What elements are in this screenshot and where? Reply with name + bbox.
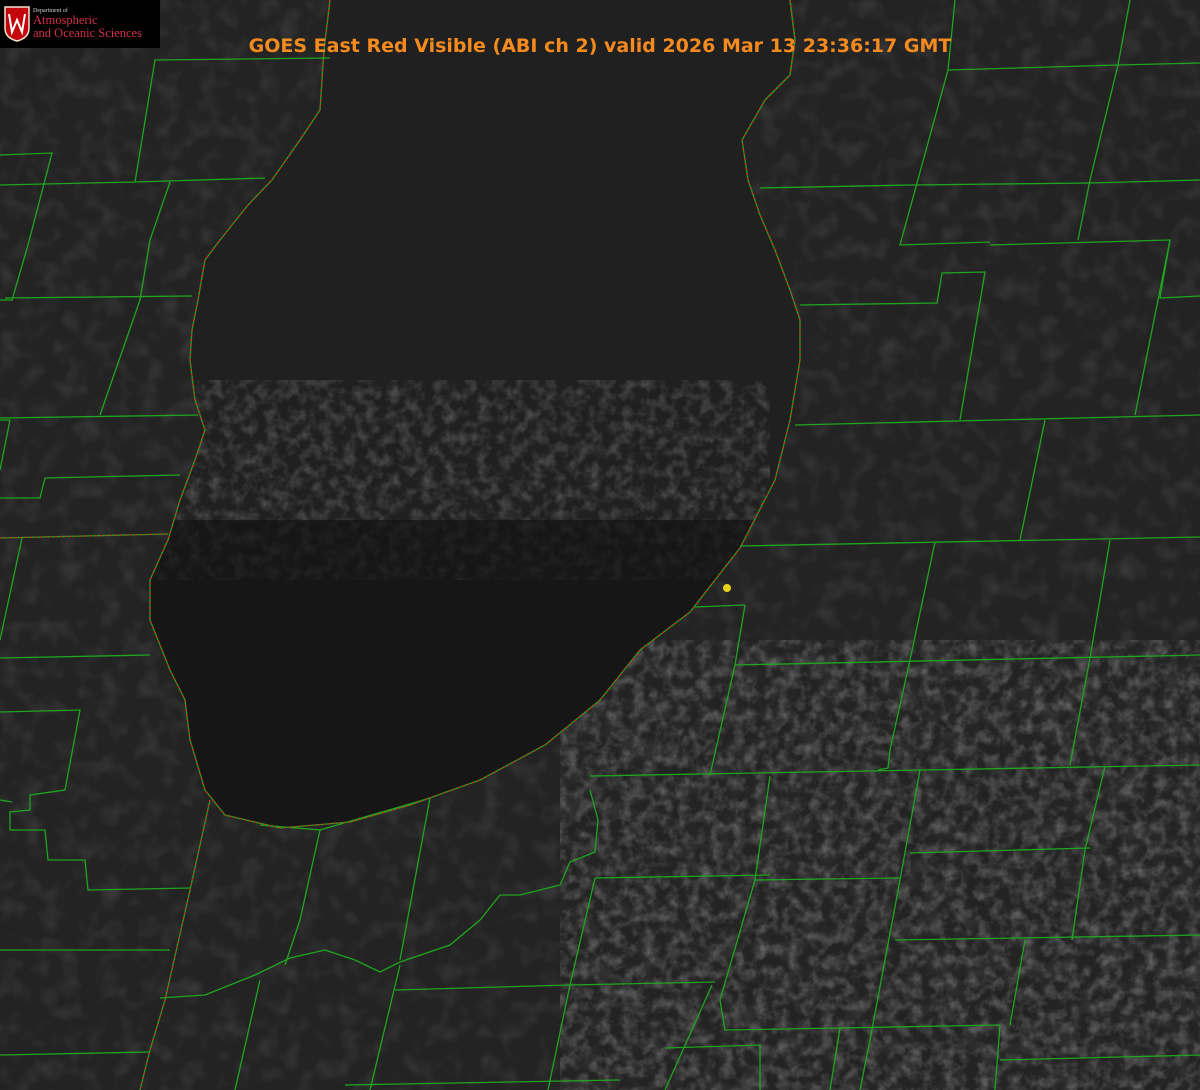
image-title: GOES East Red Visible (ABI ch 2) valid 2… [248, 35, 952, 57]
satellite-image-viewer: Department of Atmospheric and Oceanic Sc… [0, 0, 1200, 1090]
cumulus-field [560, 640, 1200, 1090]
station-marker [723, 584, 731, 592]
satellite-map [0, 0, 1200, 1090]
